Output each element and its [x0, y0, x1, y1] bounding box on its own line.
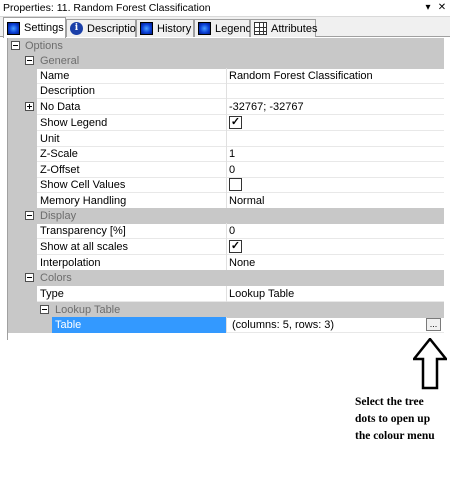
property-label: Transparency [%]	[40, 225, 126, 237]
property-interpolation[interactable]: Interpolation None	[8, 255, 444, 271]
history-icon	[140, 22, 153, 35]
property-type[interactable]: Type Lookup Table	[8, 286, 444, 302]
annotation-line: dots to open up	[355, 413, 431, 425]
property-label: Z-Scale	[40, 148, 78, 160]
property-nodata[interactable]: No Data -32767; -32767	[8, 99, 444, 115]
property-z-offset[interactable]: Z-Offset 0	[8, 162, 444, 178]
show-cell-values-checkbox[interactable]	[229, 178, 242, 191]
expand-icon[interactable]	[25, 102, 34, 111]
category-label: Colors	[40, 272, 72, 284]
category-options[interactable]: Options	[8, 38, 444, 54]
pin-icon[interactable]: ▾	[422, 1, 434, 15]
category-label: Options	[25, 40, 63, 52]
tab-label: Settings	[24, 22, 64, 34]
ellipsis-button[interactable]: ...	[426, 318, 441, 331]
tab-label: Description	[87, 22, 143, 35]
tab-label: Attributes	[271, 22, 318, 35]
property-unit[interactable]: Unit	[8, 131, 444, 147]
up-arrow-icon	[413, 338, 447, 390]
property-value[interactable]: 1	[229, 147, 235, 161]
window-titlebar: Properties: 11. Random Forest Classifica…	[0, 0, 450, 17]
property-label: Type	[40, 288, 64, 300]
category-label: Lookup Table	[55, 304, 121, 316]
property-label: No Data	[40, 101, 81, 113]
tab-attributes[interactable]: Attributes	[250, 19, 318, 37]
collapse-icon[interactable]	[11, 41, 20, 50]
settings-icon	[7, 21, 20, 35]
tab-settings[interactable]: Settings	[3, 17, 66, 38]
window-title: Properties: 11. Random Forest Classifica…	[3, 2, 211, 14]
property-value[interactable]: Normal	[229, 194, 264, 208]
annotation-line: the colour menu	[355, 430, 435, 442]
property-show-all-scales[interactable]: Show at all scales ✓	[8, 239, 444, 255]
category-label: Display	[40, 210, 77, 222]
property-show-legend[interactable]: Show Legend ✓	[8, 115, 444, 131]
annotation-line: Select the tree	[355, 396, 424, 408]
property-transparency[interactable]: Transparency [%] 0	[8, 223, 444, 239]
annotation-caption: Select the tree dots to open up the colo…	[355, 394, 450, 445]
category-general[interactable]: General	[8, 53, 444, 69]
close-icon[interactable]: ✕	[436, 1, 448, 15]
property-value[interactable]: None	[229, 256, 255, 270]
legend-icon	[198, 22, 211, 35]
show-legend-checkbox[interactable]: ✓	[229, 116, 242, 129]
category-display[interactable]: Display	[8, 208, 444, 224]
tab-label: History	[157, 22, 192, 35]
property-label: Interpolation	[40, 257, 101, 269]
property-description[interactable]: Description	[8, 83, 444, 99]
property-name[interactable]: Name Random Forest Classification	[8, 68, 444, 84]
property-label: Description	[40, 85, 96, 97]
collapse-icon[interactable]	[25, 273, 34, 282]
property-label: Memory Handling	[40, 195, 127, 207]
property-label: Show at all scales	[40, 241, 129, 253]
tab-description[interactable]: i Description	[66, 19, 142, 37]
collapse-icon[interactable]	[25, 211, 34, 220]
table-icon	[254, 22, 267, 35]
info-icon: i	[70, 22, 83, 35]
property-grid: Options General Name Random Forest Class…	[7, 38, 444, 340]
property-show-cell-values[interactable]: Show Cell Values	[8, 177, 444, 193]
tab-legend[interactable]: Legend	[194, 19, 252, 37]
property-value[interactable]: -32767; -32767	[229, 100, 304, 114]
tab-history[interactable]: History	[136, 19, 194, 37]
property-label: Z-Offset	[40, 164, 80, 176]
collapse-icon[interactable]	[40, 305, 49, 314]
category-lookup-table[interactable]: Lookup Table	[8, 302, 444, 318]
category-label: General	[40, 55, 80, 67]
property-z-scale[interactable]: Z-Scale 1	[8, 146, 444, 162]
property-label: Unit	[40, 133, 60, 145]
property-label: Name	[40, 70, 70, 82]
property-value[interactable]: (columns: 5, rows: 3)	[232, 318, 334, 332]
tab-bar: Settings i Description History Legend At…	[0, 17, 450, 38]
property-label: Show Cell Values	[40, 179, 126, 191]
category-colors[interactable]: Colors	[8, 270, 444, 286]
tab-label: Legend	[215, 22, 252, 35]
collapse-icon[interactable]	[25, 56, 34, 65]
property-value[interactable]: 0	[229, 163, 235, 177]
property-value[interactable]: Lookup Table	[229, 287, 294, 301]
property-label: Table	[52, 317, 226, 333]
property-value[interactable]: 0	[229, 224, 235, 238]
show-all-scales-checkbox[interactable]: ✓	[229, 240, 242, 253]
property-label: Show Legend	[40, 117, 108, 129]
property-value[interactable]: Random Forest Classification	[229, 69, 373, 83]
property-table[interactable]: Table (columns: 5, rows: 3) ...	[8, 317, 444, 333]
property-memory-handling[interactable]: Memory Handling Normal	[8, 193, 444, 209]
